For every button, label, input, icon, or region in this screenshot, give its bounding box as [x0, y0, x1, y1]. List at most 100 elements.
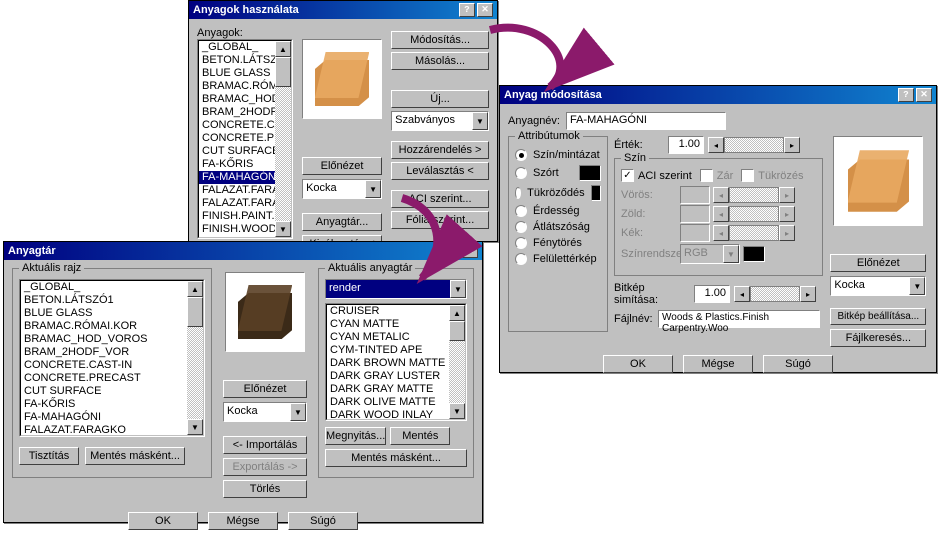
current-drawing-label: Aktuális rajz — [19, 262, 84, 274]
attribute-radio[interactable]: Tükröződés — [515, 183, 601, 203]
browse-button[interactable]: Fájlkeresés... — [830, 329, 926, 347]
list-item[interactable]: CYM-TINTED APE — [327, 344, 465, 357]
radio-icon — [515, 187, 521, 199]
list-item[interactable]: DARK GRAY LUSTER — [327, 370, 465, 383]
list-item[interactable]: CUT SURFACE — [21, 385, 203, 398]
list-item[interactable]: CONCRETE.PRECAST — [21, 372, 203, 385]
drawing-materials-list[interactable]: _GLOBAL_BETON.LÁTSZÓ1BLUE GLASSBRAMAC.RÓ… — [19, 279, 205, 437]
attributes-label: Attribútumok — [515, 130, 583, 142]
radio-icon — [515, 167, 527, 179]
smoothing-label: Bitkép simítása: — [614, 282, 690, 306]
value-slider[interactable]: ◂▸ — [708, 137, 800, 153]
list-item[interactable]: BRAMAC_HOD_VOROS — [21, 333, 203, 346]
library-combo[interactable]: render▼ — [325, 279, 467, 299]
close-icon[interactable]: ✕ — [462, 244, 478, 258]
titlebar[interactable]: Anyagtár ? ✕ — [4, 242, 482, 260]
list-item[interactable]: BRAM_2HODF_VOR — [21, 346, 203, 359]
materials-label: Anyagok: — [197, 27, 293, 39]
help-button[interactable]: Súgó — [763, 355, 833, 373]
bylayer-button[interactable]: Fólia szerint... — [391, 211, 489, 229]
preview-button[interactable]: Előnézet — [830, 254, 926, 272]
smoothing-slider[interactable]: ◂▸ — [734, 286, 816, 302]
current-library-label: Aktuális anyagtár — [325, 262, 415, 274]
assign-button[interactable]: Hozzárendelés > — [391, 141, 489, 159]
help-button[interactable]: Súgó — [288, 512, 358, 530]
scrollbar[interactable]: ▲ ▼ — [275, 41, 291, 237]
attribute-radio[interactable]: Fénytörés — [515, 235, 601, 251]
scrollbar[interactable]: ▲▼ — [449, 305, 465, 419]
smoothing-field[interactable]: 1.00 — [694, 285, 730, 303]
library-button[interactable]: Anyagtár... — [302, 213, 382, 231]
attribute-radio[interactable]: Átlátszóság — [515, 219, 601, 235]
save-button[interactable]: Mentés — [390, 427, 450, 445]
saveas-button[interactable]: Mentés másként... — [325, 449, 467, 467]
preview-button[interactable]: Előnézet — [302, 157, 382, 175]
list-item[interactable]: CONCRETE.CAST-IN — [21, 359, 203, 372]
cancel-button[interactable]: Mégse — [208, 512, 278, 530]
scroll-up-icon[interactable]: ▲ — [275, 41, 291, 57]
export-button[interactable]: Exportálás -> — [223, 458, 307, 476]
list-item[interactable]: FA-MAHAGÓNI — [21, 411, 203, 424]
attribute-radio[interactable]: Szín/mintázat — [515, 147, 601, 163]
radio-icon — [515, 237, 527, 249]
cancel-button[interactable]: Mégse — [683, 355, 753, 373]
library-list[interactable]: CRUISERCYAN MATTECYAN METALICCYM-TINTED … — [325, 303, 467, 421]
import-button[interactable]: <- Importálás — [223, 436, 307, 454]
materials-list[interactable]: _GLOBAL_BETON.LÁTSZÓ1BLUE GLASSBRAMAC.RÓ… — [197, 39, 293, 239]
list-item[interactable]: CYAN METALIC — [327, 331, 465, 344]
value-field[interactable]: 1.00 — [668, 136, 704, 154]
detach-button[interactable]: Leválasztás < — [391, 162, 489, 180]
titlebar[interactable]: Anyag módosítása ? ✕ — [500, 86, 936, 104]
aci-checkbox[interactable]: ACI szerint — [621, 169, 692, 182]
attribute-radio[interactable]: Szórt — [515, 163, 601, 183]
filename-field[interactable]: Woods & Plastics.Finish Carpentry.Woo — [658, 310, 820, 328]
chevron-down-icon[interactable]: ▼ — [365, 180, 381, 198]
list-item[interactable]: BLUE GLASS — [21, 307, 203, 320]
list-item[interactable]: CYAN MATTE — [327, 318, 465, 331]
ok-button[interactable]: OK — [128, 512, 198, 530]
list-item[interactable]: DARK GRAY MATTE — [327, 383, 465, 396]
clean-button[interactable]: Tisztítás — [19, 447, 79, 465]
attribute-radio[interactable]: Felülettérkép — [515, 251, 601, 267]
color-swatch — [579, 165, 601, 181]
list-item[interactable]: _GLOBAL_ — [21, 281, 203, 294]
list-item[interactable]: CRUISER — [327, 305, 465, 318]
copy-button[interactable]: Másolás... — [391, 52, 489, 70]
value-label: Érték: — [614, 139, 664, 151]
help-icon[interactable]: ? — [444, 244, 460, 258]
attribute-radio[interactable]: Érdesség — [515, 203, 601, 219]
close-icon[interactable]: ✕ — [916, 88, 932, 102]
modify-button[interactable]: Módosítás... — [391, 31, 489, 49]
lock-checkbox: Zár — [700, 169, 734, 182]
ok-button[interactable]: OK — [603, 355, 673, 373]
bitmap-button[interactable]: Bitkép beállítása... — [830, 308, 926, 325]
shape-combo[interactable]: Kocka▼ — [830, 276, 926, 296]
close-icon[interactable]: ✕ — [477, 3, 493, 17]
list-item[interactable]: DARK OLIVE MATTE — [327, 396, 465, 409]
list-item[interactable]: DARK BROWN MATTE — [327, 357, 465, 370]
shape-combo[interactable]: Kocka▼ — [223, 402, 307, 422]
aci-button[interactable]: ACI szerint... — [391, 190, 489, 208]
scroll-down-icon[interactable]: ▼ — [275, 221, 291, 237]
shape-combo[interactable]: Kocka▼ — [302, 179, 382, 199]
open-button[interactable]: Megnyitás... — [325, 427, 386, 445]
titlebar[interactable]: Anyagok használata ? ✕ — [189, 1, 497, 19]
name-field[interactable]: FA-MAHAGÓNI — [566, 112, 726, 130]
material-library-dialog: Anyagtár ? ✕ Aktuális rajz _GLOBAL_BETON… — [3, 241, 483, 523]
delete-button[interactable]: Törlés — [223, 480, 307, 498]
filename-label: Fájlnév: — [614, 313, 654, 325]
preview-button[interactable]: Előnézet — [223, 380, 307, 398]
list-item[interactable]: DARK WOOD INLAY — [327, 409, 465, 420]
saveas-button[interactable]: Mentés másként... — [85, 447, 185, 465]
list-item[interactable]: FALAZAT.FARAGKO — [21, 424, 203, 436]
new-button[interactable]: Új... — [391, 90, 489, 108]
materials-use-dialog: Anyagok használata ? ✕ Anyagok: _GLOBAL_… — [188, 0, 498, 242]
chevron-down-icon[interactable]: ▼ — [472, 112, 488, 130]
list-item[interactable]: BETON.LÁTSZÓ1 — [21, 294, 203, 307]
help-icon[interactable]: ? — [898, 88, 914, 102]
scrollbar[interactable]: ▲▼ — [187, 281, 203, 435]
standard-combo[interactable]: Szabványos▼ — [391, 111, 489, 131]
list-item[interactable]: FA-KŐRIS — [21, 398, 203, 411]
help-icon[interactable]: ? — [459, 3, 475, 17]
list-item[interactable]: BRAMAC.RÓMAI.KOR — [21, 320, 203, 333]
